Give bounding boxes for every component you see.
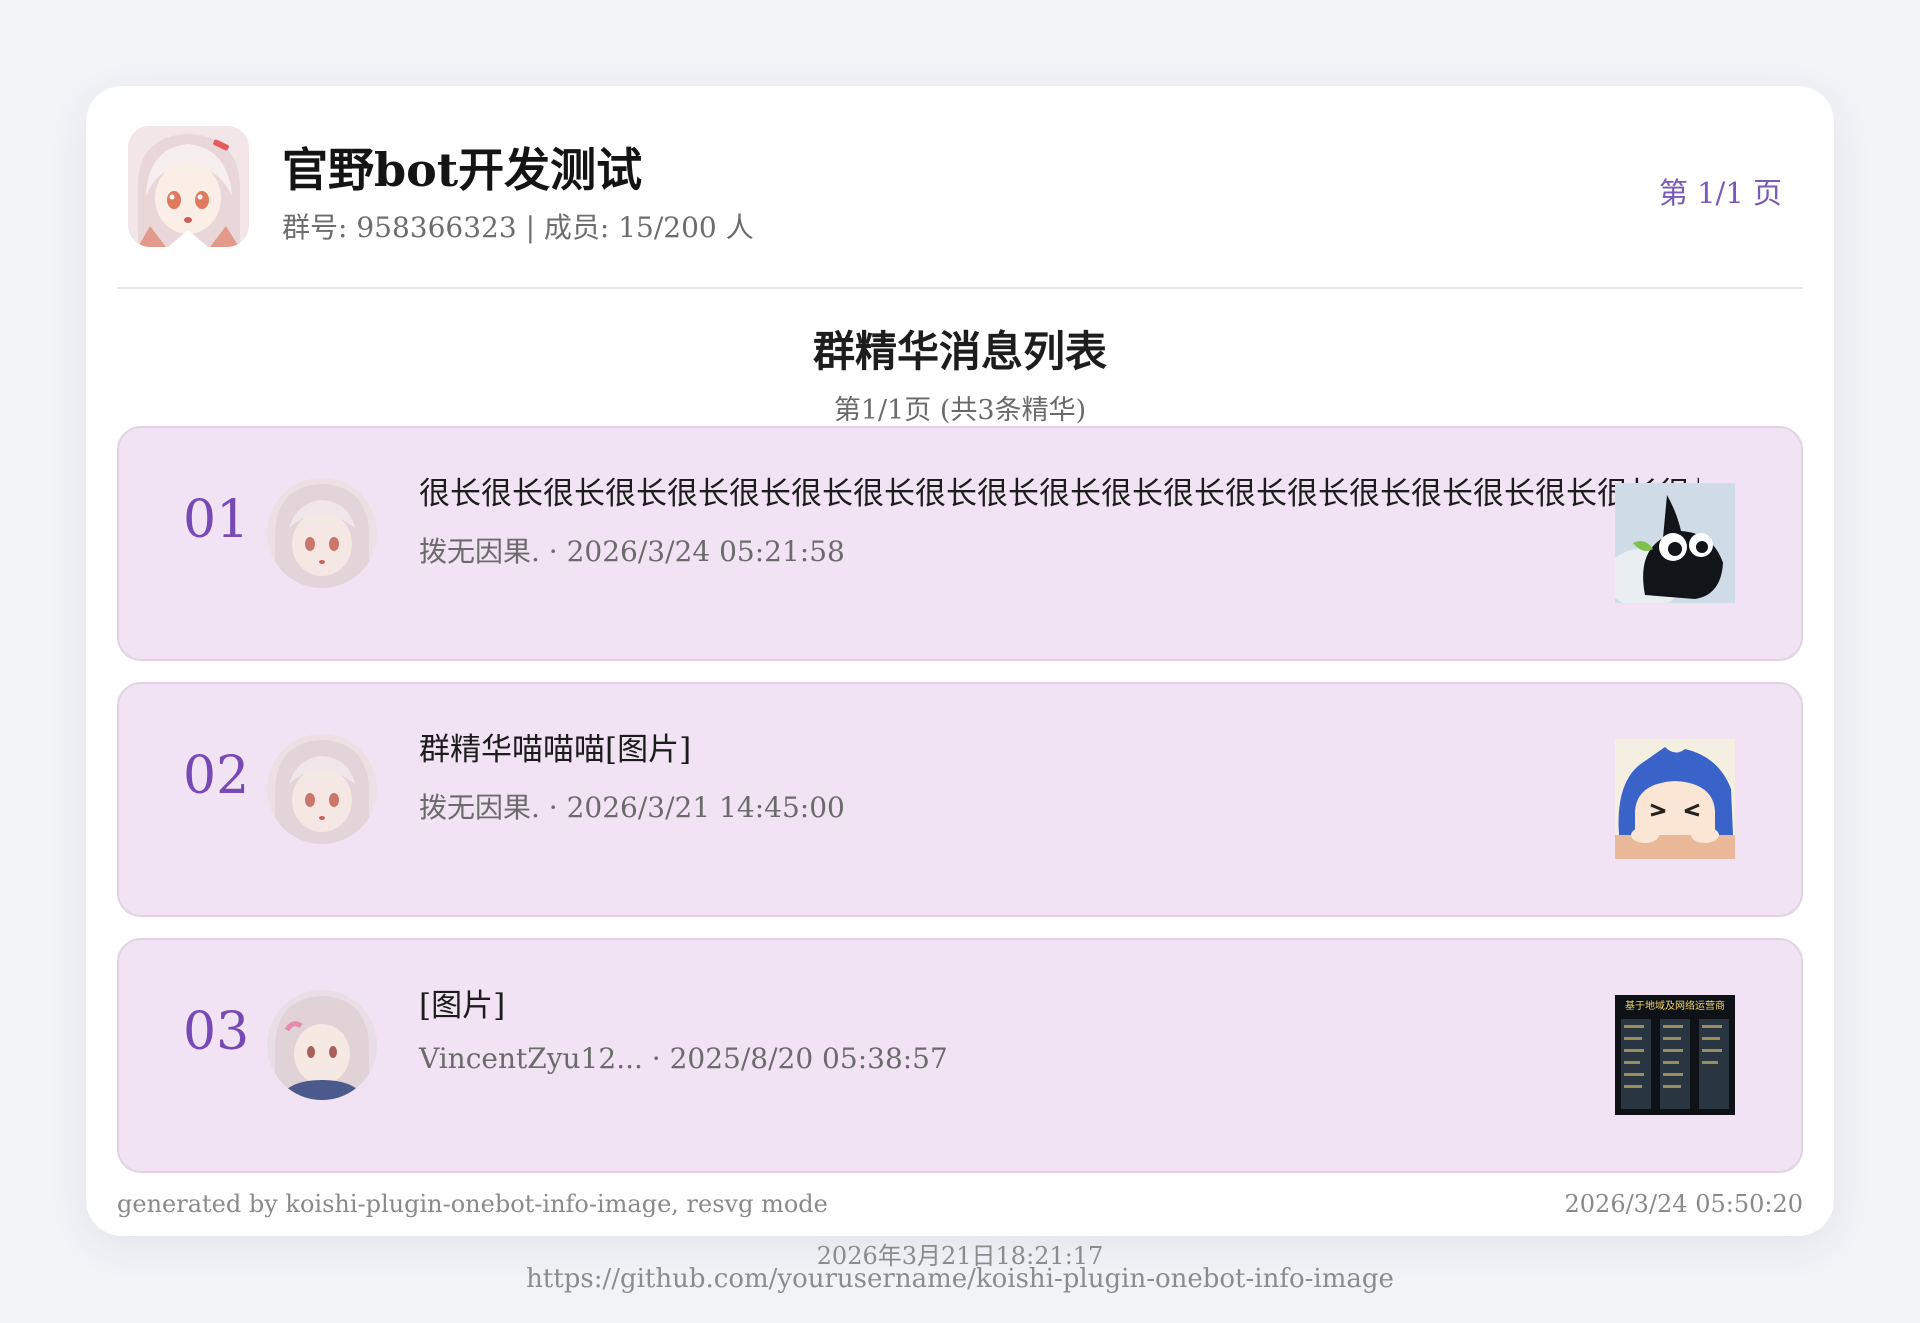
item-number: 01: [183, 490, 250, 550]
group-meta: 群号: 958366323 | 成员: 15/200 人: [282, 211, 754, 244]
message-text: 很长很长很长很长很长很长很长很长很长很长很长很长很长很长很长很长很长很长很长很长…: [419, 476, 1699, 512]
section-title: 群精华消息列表: [812, 327, 1107, 376]
sender-avatar: [267, 734, 377, 844]
essence-item: 02 群精华喵喵喵[图片] 拨无因果. · 2026/3/21 14:45:00: [117, 682, 1803, 917]
generated-by-text: generated by koishi-plugin-onebot-info-i…: [117, 1190, 828, 1218]
group-header: 官野bot开发测试 群号: 958366323 | 成员: 15/200 人 第…: [128, 126, 1792, 251]
sender-avatar: [267, 990, 377, 1100]
info-card: 官野bot开发测试 群号: 958366323 | 成员: 15/200 人 第…: [86, 86, 1834, 1236]
page-indicator: 第 1/1 页: [1658, 176, 1782, 210]
blue-hair-anime-sticker-icon: [1615, 739, 1735, 859]
render-timestamp: 2026/3/24 05:50:20: [1564, 1190, 1803, 1218]
message-meta: 拨无因果. · 2026/3/24 05:21:58: [419, 535, 845, 568]
group-avatar: [128, 126, 249, 247]
thumb-caption: 基于地域及网络运营商: [1625, 999, 1725, 1012]
essence-item: 01 很长很长很长很长很长很长很长很长很长很长很长很长很长很长很长很长很长很长很…: [117, 426, 1803, 661]
message-text: 群精华喵喵喵[图片]: [419, 732, 692, 768]
message-meta: 拨无因果. · 2026/3/21 14:45:00: [419, 791, 845, 824]
group-name: 官野bot开发测试: [282, 143, 643, 197]
section-subtitle: 第1/1页 (共3条精华): [833, 395, 1087, 426]
black-cat-sticker-icon: [1615, 483, 1735, 603]
item-number: 02: [183, 746, 250, 806]
essence-list: 01 很长很长很长很长很长很长很长很长很长很长很长很长很长很长很长很长很长很长很…: [117, 426, 1803, 1194]
sender-avatar: [267, 478, 377, 588]
message-meta: VincentZyu12... · 2025/8/20 05:38:57: [419, 1042, 948, 1075]
item-number: 03: [183, 1002, 250, 1062]
header-divider: [117, 287, 1803, 289]
dark-table-screenshot-icon: 基于地域及网络运营商: [1615, 995, 1735, 1115]
essence-item: 03 [图片] VincentZyu12... · 2025/8/20 05:3…: [117, 938, 1803, 1173]
message-text: [图片]: [419, 988, 506, 1024]
repo-url: https://github.com/yourusername/koishi-p…: [526, 1264, 1394, 1294]
